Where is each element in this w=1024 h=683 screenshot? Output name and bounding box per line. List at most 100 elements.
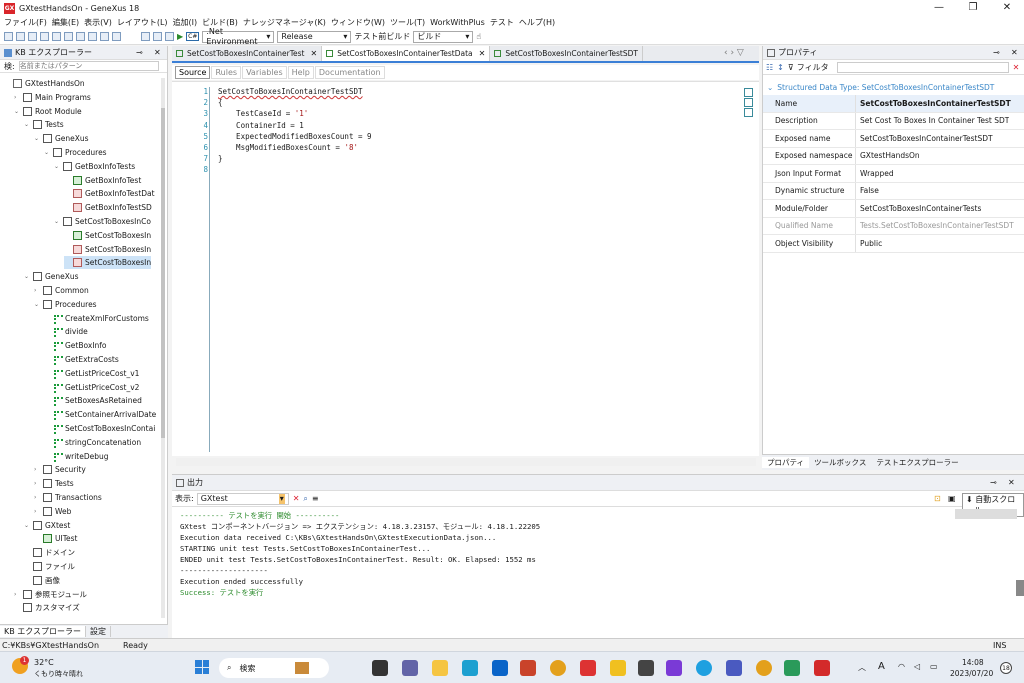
chrome-icon[interactable]: [550, 660, 566, 676]
tree-item[interactable]: 画像: [24, 574, 60, 587]
menu-item[interactable]: 表示(V): [84, 17, 112, 28]
filter-input[interactable]: [836, 61, 1009, 73]
tree-item[interactable]: ⌄ GeneXus: [34, 132, 89, 145]
tree-item[interactable]: UITest: [34, 532, 77, 545]
expander-icon[interactable]: ›: [14, 591, 21, 598]
tree-item[interactable]: GetBoxInfoTestDat: [64, 187, 155, 200]
battery-icon[interactable]: ▭: [930, 662, 938, 671]
clock-time[interactable]: 14:08: [962, 658, 984, 667]
calendar-icon[interactable]: [153, 32, 162, 41]
tab-close-icon[interactable]: ✕: [479, 49, 486, 58]
redo-icon[interactable]: [100, 32, 109, 41]
editor-hscrollbar[interactable]: [176, 458, 756, 466]
tab-settings[interactable]: 設定: [86, 626, 112, 637]
output-source-select[interactable]: GXtest ▾: [196, 492, 289, 505]
expander-icon[interactable]: ›: [34, 494, 41, 501]
tree-item[interactable]: GetExtraCosts: [44, 353, 119, 366]
part-tab[interactable]: Help: [287, 66, 314, 79]
tree-item[interactable]: GetBoxInfoTestSD: [64, 201, 152, 214]
tree-item[interactable]: writeDebug: [44, 450, 109, 463]
start-icon[interactable]: [195, 660, 209, 674]
alpha-sort-icon[interactable]: ↕: [777, 63, 784, 72]
clear-filter-icon[interactable]: ✕: [1013, 63, 1020, 72]
expander-icon[interactable]: ⌄: [14, 108, 21, 115]
paste-icon[interactable]: [76, 32, 85, 41]
menu-item[interactable]: ヘルプ(H): [519, 17, 555, 28]
task-view-icon[interactable]: [372, 660, 388, 676]
tree-item[interactable]: GetListPriceCost_v2: [44, 381, 139, 394]
tab-test-explorer[interactable]: テストエクスプローラー: [871, 457, 963, 468]
tree-item[interactable]: › Tests: [34, 477, 74, 490]
edge-icon[interactable]: [462, 660, 478, 676]
menu-item[interactable]: ウィンドウ(W): [331, 17, 385, 28]
tree-item[interactable]: GetBoxInfo: [44, 339, 107, 352]
property-value[interactable]: SetCostToBoxesInContainerTests: [856, 204, 981, 213]
property-value[interactable]: Tests.SetCostToBoxesInContainerTestSDT: [856, 221, 1014, 230]
teams-chat-icon[interactable]: [402, 660, 418, 676]
expander-icon[interactable]: ›: [14, 94, 21, 101]
source-editor[interactable]: 1 SetCostToBoxesInContainerTestSDT 2 {3 Tes…: [172, 81, 759, 466]
open-icon[interactable]: [16, 32, 25, 41]
undo-icon[interactable]: [88, 32, 97, 41]
tree-item[interactable]: GetBoxInfoTest: [64, 174, 141, 187]
expander-icon[interactable]: ⌄: [34, 135, 41, 142]
wifi-icon[interactable]: ◠: [898, 662, 905, 671]
wrap-icon[interactable]: ≡: [312, 494, 319, 503]
tree-item[interactable]: SetBoxesAsRetained: [44, 394, 142, 407]
tree-item[interactable]: divide: [44, 325, 88, 338]
props-close-icon[interactable]: ✕: [1011, 48, 1018, 57]
run-icon[interactable]: ▶: [177, 32, 183, 41]
props-pin-icon[interactable]: ⊸: [993, 48, 1000, 57]
app-icon-2[interactable]: [638, 660, 654, 676]
document-tab[interactable]: SetCostToBoxesInContainerTestData ✕: [322, 46, 491, 61]
property-value[interactable]: Wrapped: [856, 169, 894, 178]
tree-item[interactable]: › Transactions: [34, 491, 102, 504]
menu-item[interactable]: レイアウト(L): [117, 17, 168, 28]
property-value[interactable]: SetCostToBoxesInContainerTestSDT: [856, 99, 1011, 108]
tree-item[interactable]: カスタマイズ: [14, 601, 80, 614]
teams-icon[interactable]: [726, 660, 742, 676]
part-tab[interactable]: Variables: [242, 66, 287, 79]
tree-item[interactable]: ⌄ Procedures: [34, 298, 97, 311]
lock-icon[interactable]: ⊡: [934, 494, 941, 503]
document-tab[interactable]: SetCostToBoxesInContainerTest ✕: [172, 46, 323, 61]
taskbar-search[interactable]: ⌕ 検索: [219, 658, 329, 678]
part-tab[interactable]: Rules: [211, 66, 242, 79]
tab-scroll-icons[interactable]: ‹ › ▽: [724, 48, 744, 58]
refresh-icon[interactable]: [112, 32, 121, 41]
tools-icon[interactable]: [165, 32, 174, 41]
property-value[interactable]: Set Cost To Boxes In Container Test SDT: [856, 116, 1009, 125]
expander-icon[interactable]: ›: [34, 287, 41, 294]
property-row[interactable]: Object Visibility Public: [763, 235, 1024, 253]
file-explorer-icon[interactable]: [432, 660, 448, 676]
tree-item[interactable]: › Security: [34, 463, 86, 476]
save-all-icon[interactable]: [40, 32, 49, 41]
app-icon-4[interactable]: [784, 660, 800, 676]
tab-close-icon[interactable]: ✕: [311, 49, 318, 58]
tree-item[interactable]: ⌄ Root Module: [14, 105, 82, 118]
property-row[interactable]: Qualified Name Tests.SetCostToBoxesInCont…: [763, 217, 1024, 235]
menu-item[interactable]: ファイル(F): [4, 17, 47, 28]
configuration-select[interactable]: Release ▾: [277, 30, 352, 43]
tree-item[interactable]: SetCostToBoxesIn: [64, 229, 151, 242]
property-value[interactable]: False: [856, 186, 879, 195]
tree-item[interactable]: CreateXmlForCustoms: [44, 312, 149, 325]
output-scrollbar[interactable]: [1016, 580, 1024, 596]
skype-icon[interactable]: [696, 660, 712, 676]
tree-item[interactable]: › Common: [34, 284, 89, 297]
acrobat-icon[interactable]: [814, 660, 830, 676]
kb-close-icon[interactable]: ✕: [154, 48, 161, 57]
tab-kb-explorer[interactable]: KB エクスプローラー: [0, 626, 87, 637]
tree-item[interactable]: › 参照モジュール: [14, 588, 87, 601]
property-row[interactable]: Name SetCostToBoxesInContainerTestSDT: [763, 95, 1024, 113]
menu-item[interactable]: ツール(T): [390, 17, 425, 28]
expander-icon[interactable]: ⌄: [54, 218, 61, 225]
tree-item[interactable]: GXtestHandsOn: [4, 77, 85, 90]
restore-icon[interactable]: ❐: [956, 0, 990, 16]
part-tab[interactable]: Source: [175, 66, 211, 79]
tree-item[interactable]: ドメイン: [24, 546, 75, 559]
expander-icon[interactable]: ⌄: [24, 121, 31, 128]
tree-item[interactable]: ⌄ GXtest: [24, 519, 70, 532]
tab-properties[interactable]: プロパティ: [762, 457, 810, 468]
code-line[interactable]: }: [218, 154, 223, 163]
